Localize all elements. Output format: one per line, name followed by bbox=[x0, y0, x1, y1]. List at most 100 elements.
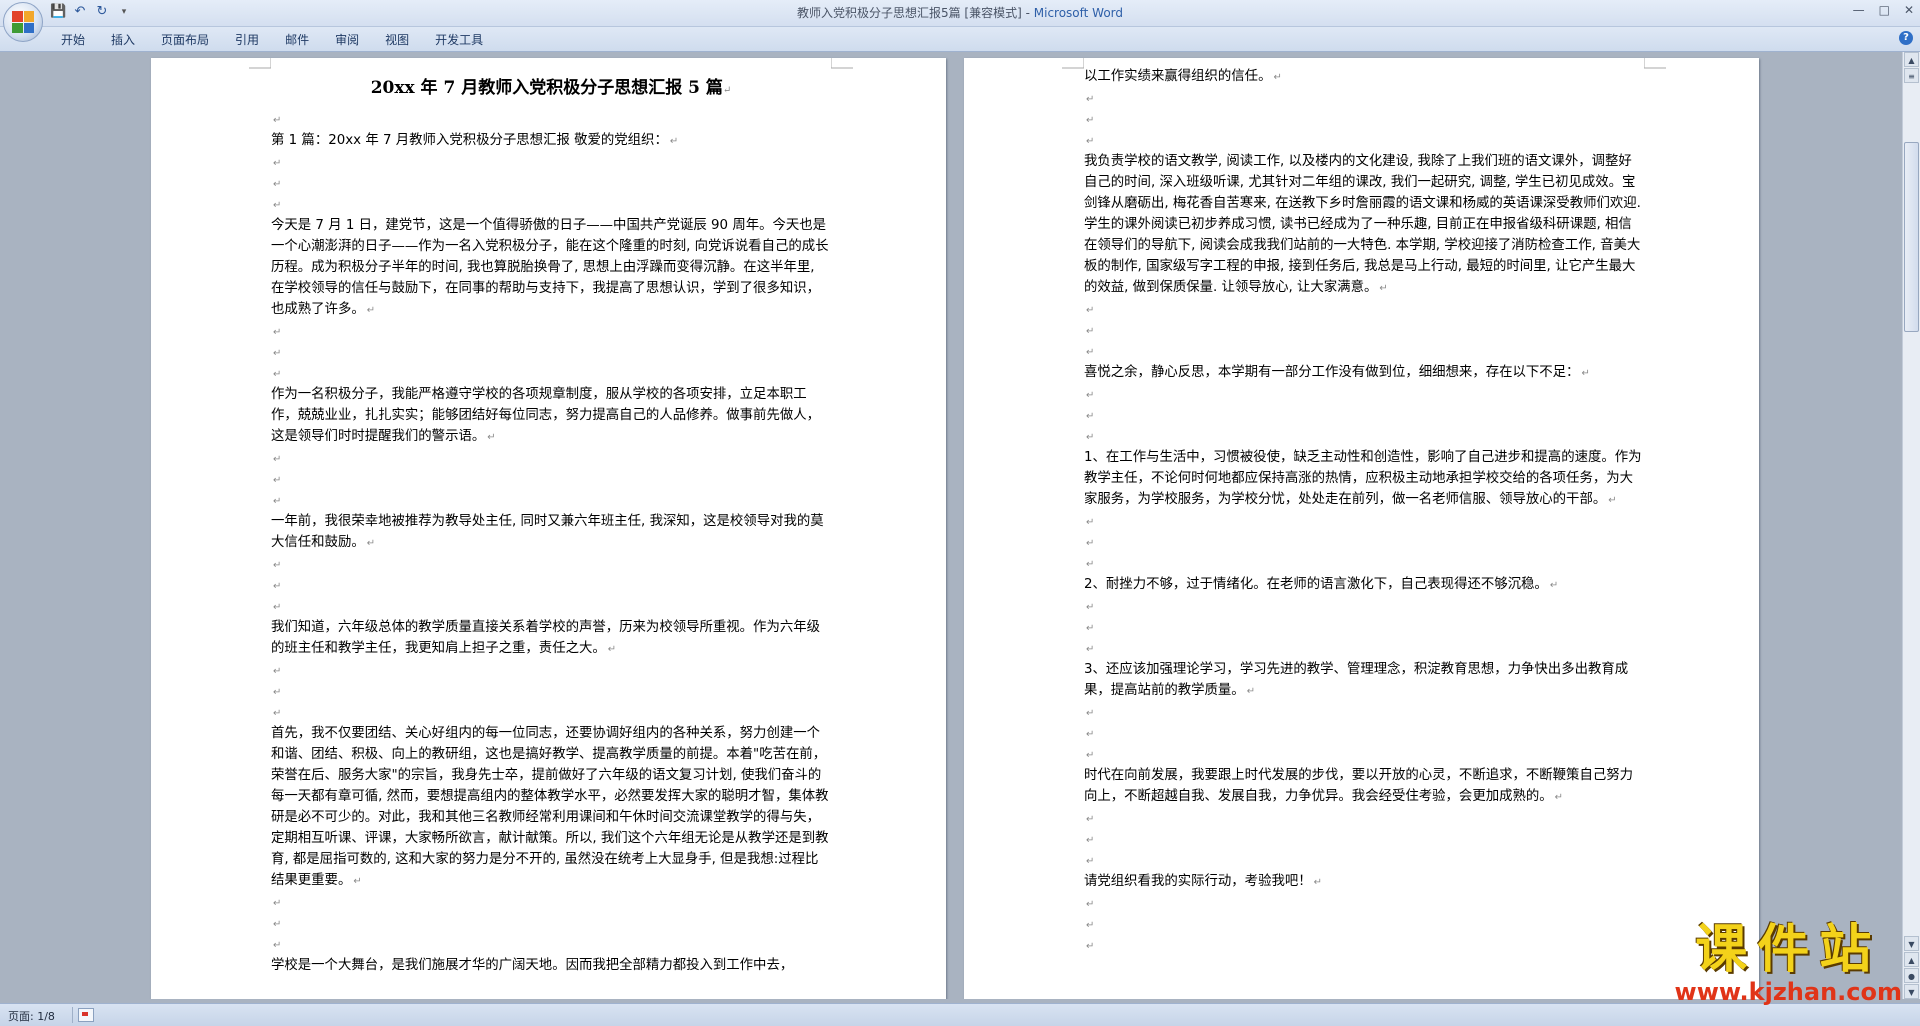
ribbon-tabs: 开始 插入 页面布局 引用 邮件 审阅 视图 开发工具 bbox=[50, 31, 498, 48]
paragraph: 3、还应该加强理论学习，学习先进的教学、管理理念，积淀教育思想，力争快出多出教育… bbox=[1084, 659, 1644, 702]
help-icon[interactable]: ? bbox=[1899, 31, 1913, 45]
empty-paragraph bbox=[271, 660, 831, 681]
tab-home[interactable]: 开始 bbox=[50, 31, 100, 48]
empty-paragraph bbox=[1084, 829, 1644, 850]
tab-review[interactable]: 审阅 bbox=[324, 31, 374, 48]
paragraph: 今天是 7 月 1 日，建党节，这是一个值得骄傲的日子——中国共产党诞辰 90 … bbox=[271, 215, 831, 321]
scroll-down-icon[interactable]: ▼ bbox=[1904, 936, 1919, 951]
empty-paragraph bbox=[1084, 638, 1644, 659]
margin-corner-mark bbox=[831, 58, 853, 69]
window-controls: — □ ✕ bbox=[1853, 3, 1914, 17]
paragraph: 第 1 篇：20xx 年 7 月教师入党积极分子思想汇报 敬爱的党组织： bbox=[271, 130, 831, 152]
tab-view[interactable]: 视图 bbox=[374, 31, 424, 48]
empty-paragraph bbox=[1084, 723, 1644, 744]
paragraph: 一年前，我很荣幸地被推荐为教导处主任, 同时又兼六年班主任, 我深知，这是校领导… bbox=[271, 511, 831, 554]
margin-corner-mark bbox=[249, 58, 271, 69]
tab-developer[interactable]: 开发工具 bbox=[424, 31, 498, 48]
page-text: 以工作实绩来赢得组织的信任。我负责学校的语文教学, 阅读工作, 以及楼内的文化建… bbox=[1084, 66, 1644, 956]
empty-paragraph bbox=[271, 913, 831, 934]
empty-paragraph bbox=[1084, 341, 1644, 362]
empty-paragraph bbox=[271, 109, 831, 130]
status-divider bbox=[72, 1007, 73, 1023]
empty-paragraph bbox=[271, 681, 831, 702]
empty-paragraph bbox=[1084, 384, 1644, 405]
watermark-text: 课件站 bbox=[1695, 920, 1882, 980]
paragraph: 我负责学校的语文教学, 阅读工作, 以及楼内的文化建设, 我除了上我们班的语文课… bbox=[1084, 151, 1644, 299]
document-area: 20xx 年 7 月教师入党积极分子思想汇报 5 篇↵ 第 1 篇：20xx 年… bbox=[0, 52, 1903, 999]
empty-paragraph bbox=[271, 469, 831, 490]
empty-paragraph bbox=[1084, 850, 1644, 871]
empty-paragraph bbox=[1084, 511, 1644, 532]
window-title: 教师入党积极分子思想汇报5篇 [兼容模式] - Microsoft Word bbox=[0, 4, 1920, 21]
watermark-url: www.kjzhan.com bbox=[1674, 978, 1902, 1006]
empty-paragraph bbox=[1084, 130, 1644, 151]
empty-paragraph bbox=[271, 173, 831, 194]
watermark-logo: 课件站 www.kjzhan.com bbox=[1675, 921, 1902, 1005]
empty-paragraph bbox=[1084, 405, 1644, 426]
empty-paragraph bbox=[271, 363, 831, 384]
document-page-2[interactable]: 以工作实绩来赢得组织的信任。我负责学校的语文教学, 阅读工作, 以及楼内的文化建… bbox=[964, 58, 1759, 999]
next-page-icon[interactable]: ▼ bbox=[1904, 984, 1919, 999]
minimize-icon[interactable]: — bbox=[1853, 3, 1865, 17]
paragraph: 1、在工作与生活中，习惯被役使，缺乏主动性和创造性，影响了自己进步和提高的速度。… bbox=[1084, 447, 1644, 511]
empty-paragraph bbox=[271, 152, 831, 173]
page-text: 20xx 年 7 月教师入党积极分子思想汇报 5 篇↵ 第 1 篇：20xx 年… bbox=[271, 74, 831, 976]
empty-paragraph bbox=[1084, 320, 1644, 341]
paragraph: 学校是一个大舞台，是我们施展才华的广阔天地。因而我把全部精力都投入到工作中去， bbox=[271, 958, 794, 973]
paragraph: 首先，我不仅要团结、关心好组内的每一位同志，还要协调好组内的各种关系，努力创建一… bbox=[271, 723, 831, 892]
empty-paragraph bbox=[1084, 299, 1644, 320]
empty-paragraph bbox=[271, 934, 831, 955]
paragraph: 2、耐挫力不够，过于情绪化。在老师的语言激化下，自己表现得还不够沉稳。 bbox=[1084, 574, 1644, 596]
vertical-scrollbar[interactable]: ▲ ≡ ▼ ▲ ● ▼ bbox=[1902, 52, 1920, 999]
empty-paragraph bbox=[271, 554, 831, 575]
scrollbar-thumb[interactable] bbox=[1904, 142, 1919, 332]
title-bar: 💾 ↶ ↻ ▾ 教师入党积极分子思想汇报5篇 [兼容模式] - Microsof… bbox=[0, 0, 1920, 42]
office-button[interactable] bbox=[3, 2, 43, 42]
empty-paragraph bbox=[1084, 596, 1644, 617]
empty-paragraph bbox=[271, 490, 831, 511]
empty-paragraph bbox=[1084, 426, 1644, 447]
app-name: Microsoft Word bbox=[1033, 6, 1124, 20]
scroll-up-icon[interactable]: ▲ bbox=[1904, 52, 1919, 67]
paragraph: 时代在向前发展，我要跟上时代发展的步伐，要以开放的心灵，不断追求，不断鞭策自己努… bbox=[1084, 765, 1644, 808]
empty-paragraph bbox=[1084, 744, 1644, 765]
maximize-icon[interactable]: □ bbox=[1879, 3, 1890, 17]
office-logo-icon bbox=[12, 11, 34, 33]
empty-paragraph bbox=[1084, 553, 1644, 574]
macro-recording-icon[interactable] bbox=[78, 1008, 94, 1022]
empty-paragraph bbox=[271, 448, 831, 469]
empty-paragraph bbox=[271, 194, 831, 215]
empty-paragraph bbox=[271, 342, 831, 363]
empty-paragraph bbox=[1084, 702, 1644, 723]
page-count-status[interactable]: 页面: 1/8 bbox=[8, 1008, 55, 1024]
close-icon[interactable]: ✕ bbox=[1904, 3, 1914, 17]
empty-paragraph bbox=[1084, 109, 1644, 130]
empty-paragraph bbox=[271, 596, 831, 617]
paragraph: 我们知道，六年级总体的教学质量直接关系着学校的声誉，历来为校领导所重视。作为六年… bbox=[271, 617, 831, 660]
tab-insert[interactable]: 插入 bbox=[100, 31, 150, 48]
paragraph-list: 第 1 篇：20xx 年 7 月教师入党积极分子思想汇报 敬爱的党组织： 今天是 … bbox=[271, 109, 831, 976]
empty-paragraph bbox=[1084, 532, 1644, 553]
ribbon-tab-bar: 开始 插入 页面布局 引用 邮件 审阅 视图 开发工具 ? bbox=[0, 27, 1920, 52]
status-bar: 页面: 1/8 bbox=[0, 1003, 1920, 1026]
document-page-1[interactable]: 20xx 年 7 月教师入党积极分子思想汇报 5 篇↵ 第 1 篇：20xx 年… bbox=[151, 58, 946, 999]
tab-page-layout[interactable]: 页面布局 bbox=[150, 31, 224, 48]
paragraph: 请党组织看我的实际行动，考验我吧！ bbox=[1084, 871, 1644, 893]
empty-paragraph bbox=[1084, 935, 1644, 956]
empty-paragraph bbox=[1084, 617, 1644, 638]
empty-paragraph bbox=[271, 321, 831, 342]
document-title: 教师入党积极分子思想汇报5篇 [兼容模式] - bbox=[796, 6, 1034, 20]
tab-references[interactable]: 引用 bbox=[224, 31, 274, 48]
margin-corner-mark bbox=[1644, 58, 1666, 69]
document-heading: 20xx 年 7 月教师入党积极分子思想汇报 5 篇↵ bbox=[370, 78, 732, 98]
previous-page-icon[interactable]: ▲ bbox=[1904, 952, 1919, 967]
ruler-toggle-icon[interactable]: ≡ bbox=[1904, 68, 1919, 83]
paragraph: 以工作实绩来赢得组织的信任。 bbox=[1084, 66, 1644, 88]
browse-object-icon[interactable]: ● bbox=[1904, 968, 1919, 983]
empty-paragraph bbox=[271, 892, 831, 913]
empty-paragraph bbox=[1084, 914, 1644, 935]
empty-paragraph bbox=[1084, 893, 1644, 914]
tab-mailings[interactable]: 邮件 bbox=[274, 31, 324, 48]
empty-paragraph bbox=[1084, 88, 1644, 109]
empty-paragraph bbox=[1084, 808, 1644, 829]
